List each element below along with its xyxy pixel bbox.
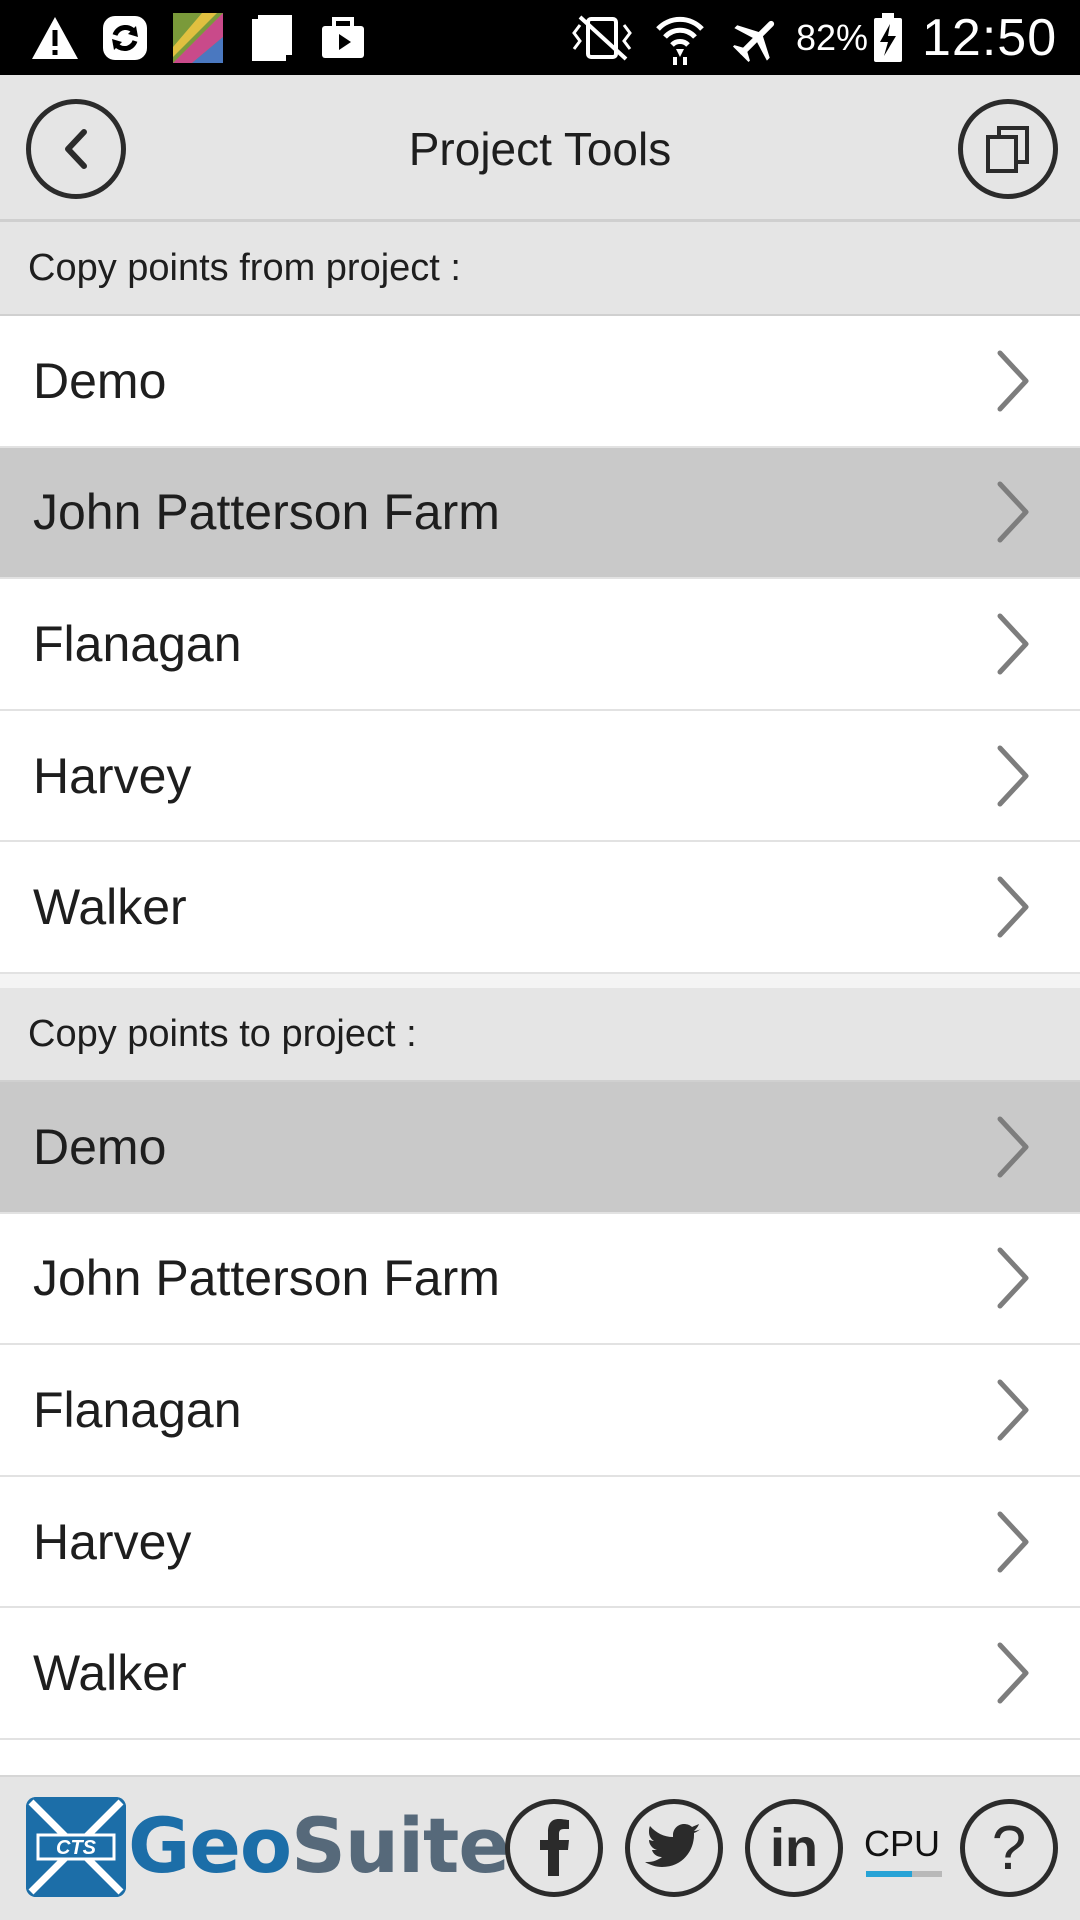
list-item-label: Flanagan [33,615,242,672]
svg-text:CTS: CTS [56,1837,97,1859]
copy-icon [986,126,1029,173]
chevron-right-icon [997,745,1029,807]
cpu-meter: CPU [864,1823,944,1883]
list-item[interactable]: Walker [0,1608,1080,1740]
chevron-right-icon [997,1379,1029,1441]
copy-from-list: Demo John Patterson Farm Flanagan Harvey Wal… [0,316,1080,974]
list-item-label: Demo [33,1118,167,1175]
list-item[interactable]: Harvey [0,710,1080,843]
list-item-label: Harvey [33,1513,192,1570]
gallery-icon [172,0,224,75]
chevron-right-icon [997,1116,1029,1178]
twitter-button[interactable] [625,1799,723,1897]
geosuite-logo: Geo Suite [128,1795,510,1895]
cts-logo-icon: CTS [26,1797,126,1897]
app-header: Project Tools [0,75,1080,222]
chevron-right-icon [997,481,1029,543]
help-button[interactable]: ? [960,1799,1058,1897]
facebook-icon [540,1819,569,1876]
list-item[interactable]: John Patterson Farm [0,1213,1080,1346]
facebook-button[interactable] [505,1799,603,1897]
copy-button[interactable] [958,99,1058,199]
brand-suite: Suite [291,1800,510,1890]
brand-geo: Geo [128,1800,292,1890]
chevron-left-icon [65,129,87,169]
list-item-label: John Patterson Farm [33,484,500,541]
list-item[interactable]: Walker [0,842,1080,974]
list-item[interactable]: Demo [0,316,1080,448]
list-item-label: Harvey [33,747,192,804]
cpu-level-bar [866,1871,912,1877]
cpu-label: CPU [864,1823,941,1864]
battery-percent: 82% [796,16,869,58]
list-item[interactable]: Flanagan [0,579,1080,711]
list-item[interactable]: John Patterson Farm [0,447,1080,580]
copy-from-heading: Copy points from project : [0,222,1080,316]
airplane-icon [732,0,782,75]
copy-to-heading: Copy points to project : [0,988,1080,1082]
chevron-right-icon [997,1511,1029,1573]
page-title: Project Tools [408,122,672,175]
sync-icon [100,0,150,75]
twitter-icon [645,1824,701,1867]
footer-bar: CTS Geo Suite in CPU ? [0,1775,1080,1920]
chevron-right-icon [997,350,1029,412]
linkedin-icon: in [770,1818,818,1878]
cpu-track [866,1871,942,1877]
list-item-label: Flanagan [33,1381,242,1438]
copy-to-list: Demo John Patterson Farm Flanagan Harvey Wal… [0,1082,1080,1740]
list-item-label: John Patterson Farm [33,1250,500,1307]
chevron-right-icon [997,1247,1029,1309]
section-divider [0,974,1080,989]
clipboard-icon [250,0,294,75]
list-item[interactable]: Harvey [0,1476,1080,1609]
wifi-icon [654,0,706,75]
clock: 12:50 [922,8,1058,67]
chevron-right-icon [997,613,1029,675]
chevron-right-icon [997,1642,1029,1704]
list-item[interactable]: Demo [0,1082,1080,1214]
list-item-label: Walker [33,1645,187,1702]
battery-icon [872,0,904,75]
chevron-right-icon [997,876,1029,938]
help-icon: ? [991,1813,1027,1883]
briefcase-icon [320,0,366,75]
warning-icon [30,0,80,75]
list-item-label: Walker [33,879,187,936]
vibrate-icon [566,0,638,75]
linkedin-button[interactable]: in [745,1799,843,1897]
status-bar: 82% 12:50 [0,0,1080,75]
list-item[interactable]: Flanagan [0,1345,1080,1477]
back-button[interactable] [26,99,126,199]
list-item-label: Demo [33,352,167,409]
